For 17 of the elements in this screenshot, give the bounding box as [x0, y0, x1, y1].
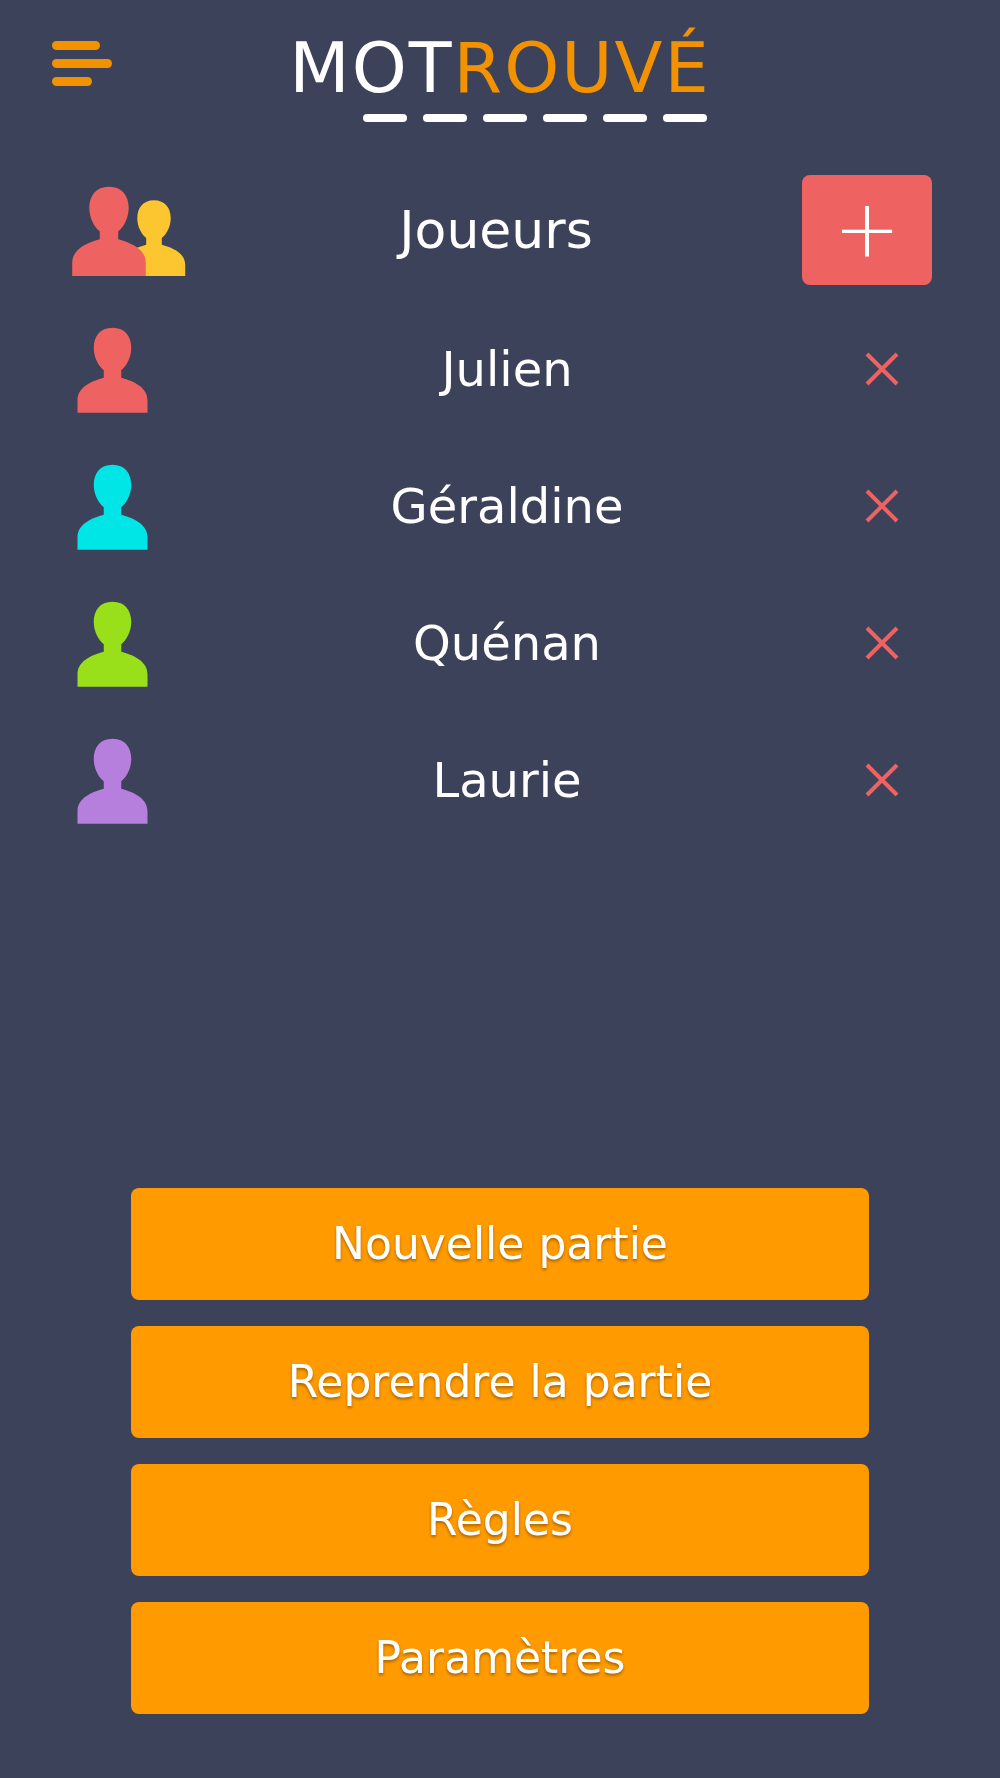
menu-button[interactable]: Reprendre la partie	[131, 1326, 869, 1438]
menu-icon[interactable]	[52, 38, 114, 88]
menu-button[interactable]: Paramètres	[131, 1602, 869, 1714]
close-icon[interactable]	[864, 350, 900, 387]
menu-button[interactable]: Règles	[131, 1464, 869, 1576]
close-icon[interactable]	[864, 624, 900, 661]
logo-text-accent: ROUVÉ	[453, 26, 711, 112]
menu-button[interactable]: Nouvelle partie	[131, 1188, 869, 1300]
close-icon[interactable]	[864, 761, 900, 798]
close-icon[interactable]	[864, 487, 900, 524]
logo-text: MOT	[289, 26, 454, 112]
player-name: Géraldine	[389, 476, 625, 536]
add-player-button[interactable]: +	[802, 175, 932, 285]
player-name: Laurie	[431, 750, 583, 810]
player-name: Julien	[438, 339, 574, 399]
player-name: Quénan	[412, 613, 602, 673]
players-title: Joueurs	[190, 191, 802, 269]
